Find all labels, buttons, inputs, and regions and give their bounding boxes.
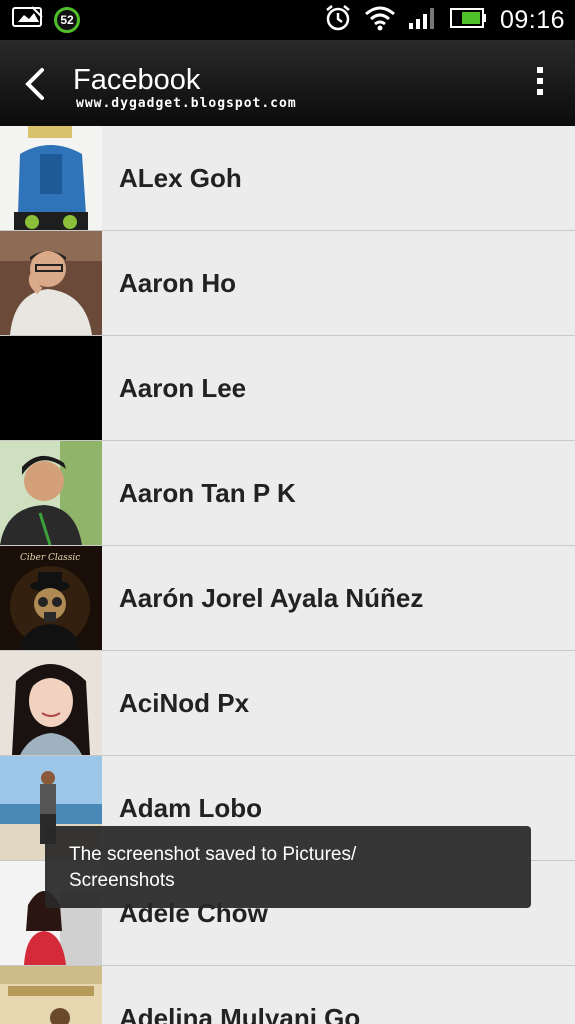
avatar bbox=[0, 651, 102, 755]
contact-row[interactable]: Adelina Mulyani Go bbox=[0, 966, 575, 1024]
watermark-text: www.dygadget.blogspot.com bbox=[76, 96, 297, 111]
status-time: 09:16 bbox=[499, 5, 565, 34]
avatar bbox=[0, 336, 102, 440]
overflow-dot bbox=[537, 67, 543, 73]
alarm-icon bbox=[324, 4, 352, 37]
contact-name: Aaron Tan P K bbox=[119, 478, 296, 508]
back-button[interactable] bbox=[20, 64, 56, 104]
chevron-left-icon bbox=[25, 68, 44, 100]
contact-row[interactable]: Aaron Ho bbox=[0, 231, 575, 336]
toast-line-1: The screenshot saved to Pictures/ bbox=[69, 844, 357, 865]
contact-name: Aaron Ho bbox=[119, 268, 236, 298]
status-bar: 52 09:16 bbox=[0, 0, 575, 40]
action-bar: Facebook www.dygadget.blogspot.com bbox=[0, 40, 575, 127]
overflow-dot bbox=[537, 78, 543, 84]
avatar bbox=[0, 441, 102, 545]
contact-name: AciNod Px bbox=[119, 688, 250, 718]
contact-name: Aaron Lee bbox=[119, 373, 247, 403]
battery-icon bbox=[449, 7, 488, 34]
overflow-menu-button[interactable] bbox=[533, 64, 547, 104]
toast-message: The screenshot saved to Pictures/ Screen… bbox=[45, 826, 531, 908]
avatar bbox=[0, 966, 102, 1024]
contact-name: Aarón Jorel Ayala Núñez bbox=[119, 583, 424, 613]
contact-row[interactable]: Ciber Classic Aarón Jorel Ayala Núñez bbox=[0, 546, 575, 651]
screenshot-icon bbox=[12, 5, 44, 34]
avatar-caption: Ciber Classic bbox=[20, 553, 80, 563]
notification-count-badge: 52 bbox=[54, 6, 80, 33]
toast-line-2: Screenshots bbox=[69, 870, 175, 891]
contact-row[interactable]: Aaron Tan P K bbox=[0, 441, 575, 546]
contact-row[interactable]: Aaron Lee bbox=[0, 336, 575, 441]
contact-name: Adelina Mulyani Go bbox=[119, 1003, 361, 1024]
contact-row[interactable]: ALex Goh bbox=[0, 126, 575, 231]
wifi-icon bbox=[364, 5, 396, 36]
signal-icon bbox=[408, 6, 438, 35]
contact-name: ALex Goh bbox=[119, 163, 242, 193]
avatar: Ciber Classic bbox=[0, 546, 102, 650]
avatar bbox=[0, 231, 102, 335]
avatar bbox=[0, 126, 102, 230]
page-title: Facebook bbox=[73, 64, 201, 96]
contact-row[interactable]: AciNod Px bbox=[0, 651, 575, 756]
overflow-dot bbox=[537, 89, 543, 95]
